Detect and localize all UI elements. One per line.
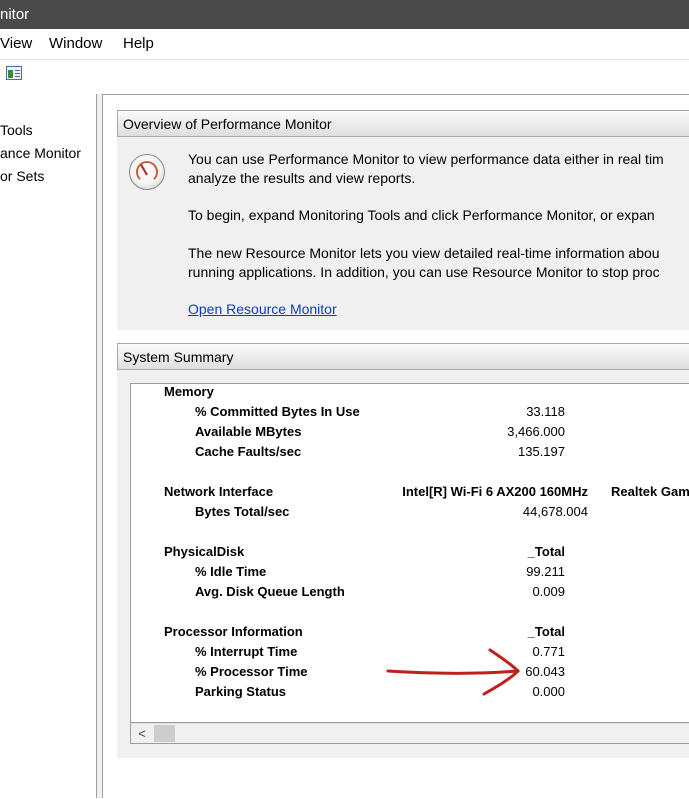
title-bar: nitor [0,0,689,29]
instance-header: Intel[R] Wi-Fi 6 AX200 160MHz [402,484,588,499]
counter-value: 33.118 [526,404,565,419]
tree-item-monitoring-tools[interactable]: Tools [0,122,33,138]
menu-view[interactable]: View [0,35,32,52]
counter-value: 99.211 [526,564,565,579]
counter-label: % Committed Bytes In Use [195,404,360,419]
instance-header: _Total [527,544,565,559]
toolbar [0,60,689,90]
group-processor-information: Processor Information [164,624,303,639]
menu-help[interactable]: Help [123,35,154,52]
group-physical-disk: PhysicalDisk [164,544,245,559]
group-network-interface: Network Interface [164,484,274,499]
overview-text-3a: The new Resource Monitor lets you view d… [188,245,660,261]
scroll-left-icon[interactable]: < [131,724,153,743]
overview-text-3b: running applications. In addition, you c… [188,264,660,280]
system-summary-table: Memory % Committed Bytes In Use 33.118 A… [130,383,689,723]
counter-label: Cache Faults/sec [195,444,302,459]
tree-item-performance-monitor[interactable]: ance Monitor [0,145,81,161]
window-title: nitor [0,6,30,23]
main-pane: Overview of Performance Monitor You can … [103,94,689,799]
counter-label: % Interrupt Time [195,644,298,659]
overview-text-1b: analyze the results and view reports. [188,170,416,186]
counter-value: 0.000 [532,684,565,699]
instance-header-2: Realtek Gam [611,484,689,499]
counter-value: 0.771 [532,644,565,659]
overview-header[interactable]: Overview of Performance Monitor [117,110,689,137]
counter-label: Bytes Total/sec [195,504,290,519]
counter-label: Parking Status [195,684,287,699]
scroll-thumb[interactable] [154,725,175,742]
menu-window[interactable]: Window [49,35,102,52]
counter-label: Avg. Disk Queue Length [195,584,345,599]
counter-value: 135.197 [518,444,565,459]
overview-text-2: To begin, expand Monitoring Tools and cl… [188,207,655,223]
overview-section: Overview of Performance Monitor You can … [117,110,689,330]
system-summary-header[interactable]: System Summary [117,343,689,370]
performance-gauge-icon [129,154,165,190]
instance-header: _Total [527,624,565,639]
system-summary-section: System Summary Memory % Committed Bytes … [117,343,689,758]
overview-text-1a: You can use Performance Monitor to view … [188,151,664,167]
counter-label: Available MBytes [195,424,302,439]
counter-label: % Idle Time [195,564,267,579]
console-tree: Tools ance Monitor or Sets [0,94,97,798]
counter-value-highlighted: 60.043 [525,664,565,679]
tree-item-data-collector-sets[interactable]: or Sets [0,168,44,184]
counter-value: 44,678.004 [522,504,588,519]
menu-bar: View Window Help [0,29,689,60]
counter-value: 3,466.000 [507,424,565,439]
counter-label: % Processor Time [195,664,308,679]
open-resource-monitor-link[interactable]: Open Resource Monitor [188,300,337,319]
show-hide-action-pane-icon[interactable] [6,66,22,80]
horizontal-scrollbar[interactable]: < [130,723,689,744]
group-memory: Memory [164,384,214,399]
counter-value: 0.009 [532,584,565,599]
